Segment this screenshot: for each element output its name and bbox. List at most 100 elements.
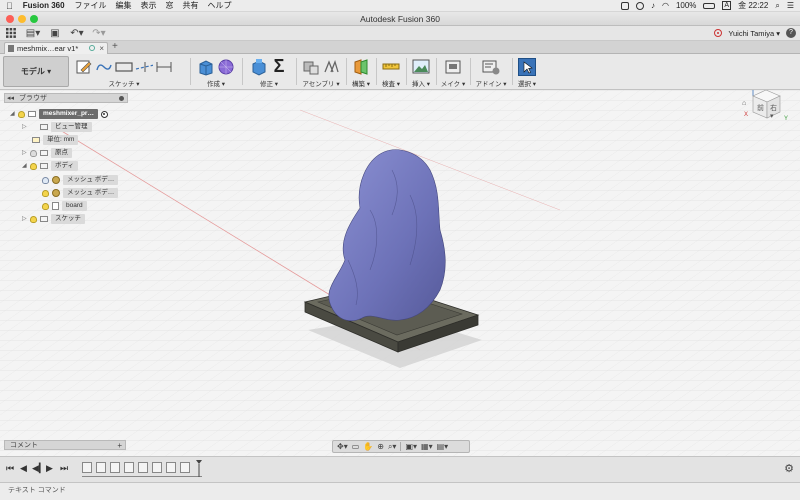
form-sphere-icon[interactable] xyxy=(217,58,235,76)
look-at-icon[interactable]: ▭ xyxy=(352,442,360,451)
visibility-bulb-icon[interactable] xyxy=(42,189,49,197)
scripts-addins-icon[interactable] xyxy=(482,58,500,76)
3d-viewport[interactable]: Z 前 右 X Y ⌂ ▾ xyxy=(0,90,800,456)
close-window-button[interactable] xyxy=(6,15,14,23)
expand-icon[interactable]: ▷ xyxy=(22,122,30,132)
timeline-settings-gear-icon[interactable]: ⚙ xyxy=(784,462,794,475)
viewports-icon[interactable]: ▤▾ xyxy=(437,442,449,451)
select-group-label[interactable]: 選択 ▾ xyxy=(514,78,540,88)
menu-view[interactable]: 表示 xyxy=(141,0,157,11)
grid-settings-icon[interactable]: ▦▾ xyxy=(421,442,433,451)
viewcube-menu-icon[interactable]: ▾ xyxy=(770,112,774,120)
create-sketch-icon[interactable] xyxy=(75,58,93,76)
extrude-icon[interactable] xyxy=(197,58,215,76)
undo-icon[interactable]: ↶▾ xyxy=(70,28,84,39)
timeline-feature-move[interactable] xyxy=(138,462,148,473)
browser-node-view-manager[interactable]: ▷ ビュー管理 xyxy=(22,122,92,132)
timeline-feature-combine[interactable] xyxy=(180,462,190,473)
viewport-scene[interactable] xyxy=(0,90,800,456)
document-tab[interactable]: meshmix…ear v1* × xyxy=(4,42,108,54)
zoom-icon[interactable]: ⊕ xyxy=(377,442,384,451)
zoom-window-icon[interactable]: ⌕▾ xyxy=(388,442,397,452)
battery-icon[interactable] xyxy=(703,2,716,9)
wifi-icon[interactable]: ◠ xyxy=(662,1,669,10)
job-status-icon[interactable] xyxy=(714,29,723,37)
timeline-feature-move[interactable] xyxy=(152,462,162,473)
browser-root-node[interactable]: ◢ meshmixer_pr… xyxy=(10,109,108,119)
viewcube-front-face[interactable]: 前 xyxy=(757,103,764,112)
menu-help[interactable]: ヘルプ xyxy=(208,0,232,11)
timeline-feature-import[interactable] xyxy=(82,462,92,473)
data-panel-grid-icon[interactable] xyxy=(4,28,18,39)
step-back-icon[interactable]: ◀ xyxy=(20,463,27,474)
browser-node-units[interactable]: 単位: mm xyxy=(22,135,79,145)
sketch-group-label[interactable]: スケッチ ▾ xyxy=(74,78,174,88)
3d-print-icon[interactable] xyxy=(444,58,462,76)
make-group-label[interactable]: メイク ▾ xyxy=(438,78,468,88)
close-tab-icon[interactable]: × xyxy=(99,43,104,54)
sigma-parameters-icon[interactable]: Σ xyxy=(270,56,288,76)
apple-menu-icon[interactable]:  xyxy=(6,1,13,11)
addins-group-label[interactable]: アドイン ▾ xyxy=(472,78,510,88)
workspace-switcher[interactable]: モデル ▾ xyxy=(3,56,69,87)
trim-tool-icon[interactable] xyxy=(135,58,153,76)
browser-node-sketch[interactable]: ▷ スケッチ xyxy=(22,214,85,224)
browser-node-bodies[interactable]: ◢ ボディ xyxy=(22,161,79,171)
visibility-bulb-icon[interactable] xyxy=(30,162,37,170)
input-source-icon[interactable]: A xyxy=(722,1,732,10)
line-tool-icon[interactable] xyxy=(95,58,113,76)
modify-group-label[interactable]: 修正 ▾ xyxy=(246,78,292,88)
new-tab-button[interactable]: + xyxy=(112,41,118,52)
file-menu-icon[interactable]: ▤▾ xyxy=(26,28,40,39)
browser-node-board[interactable]: board xyxy=(42,201,87,211)
expand-icon[interactable]: ▷ xyxy=(22,148,30,158)
timeline-feature-move[interactable] xyxy=(166,462,176,473)
visibility-bulb-icon[interactable] xyxy=(18,110,25,118)
display-settings-icon[interactable]: ▣▾ xyxy=(405,442,417,451)
press-pull-icon[interactable] xyxy=(250,58,268,76)
visibility-bulb-icon[interactable] xyxy=(42,176,49,184)
help-icon[interactable]: ? xyxy=(786,28,796,38)
construct-group-label[interactable]: 構築 ▾ xyxy=(348,78,374,88)
insert-group-label[interactable]: 挿入 ▾ xyxy=(408,78,434,88)
assemble-group-label[interactable]: アセンブリ ▾ xyxy=(298,78,344,88)
save-icon[interactable]: ▣ xyxy=(48,28,62,39)
step-back-frame-icon[interactable]: ◀▎ xyxy=(32,463,46,474)
viewcube-home-icon[interactable]: ⌂ xyxy=(742,100,746,107)
redo-icon[interactable]: ↷▾ xyxy=(92,28,106,39)
insert-image-icon[interactable] xyxy=(412,58,430,76)
expand-icon[interactable]: ▷ xyxy=(22,214,30,224)
activate-radio-icon[interactable] xyxy=(100,110,108,118)
pan-hand-icon[interactable]: ✋ xyxy=(363,442,373,451)
browser-header[interactable]: ◂◂ ブラウザ xyxy=(4,93,128,103)
visibility-bulb-icon[interactable] xyxy=(42,202,49,210)
expand-icon[interactable]: ◢ xyxy=(10,109,18,119)
user-account-menu[interactable]: Yuichi Tamiya ▾ xyxy=(728,29,780,38)
visibility-bulb-icon[interactable] xyxy=(30,215,37,223)
viewcube-right-face[interactable]: 右 xyxy=(770,103,777,112)
play-icon[interactable]: ▶ xyxy=(46,463,53,474)
tray-music-icon[interactable]: ♪ xyxy=(651,1,655,10)
add-comment-icon[interactable]: + xyxy=(117,441,122,450)
dimension-tool-icon[interactable] xyxy=(155,58,173,76)
go-to-end-icon[interactable]: ⏭ xyxy=(60,463,68,474)
browser-node-mesh-body-2[interactable]: メッシュ ボデ… xyxy=(42,188,119,198)
timeline-feature-sketch[interactable] xyxy=(124,462,134,473)
new-component-icon[interactable] xyxy=(302,58,320,76)
text-command-bar[interactable]: テキスト コマンド xyxy=(0,482,800,500)
app-menu[interactable]: Fusion 360 xyxy=(23,1,65,10)
menu-window[interactable]: 窓 xyxy=(166,0,174,11)
browser-node-mesh-body-1[interactable]: メッシュ ボデ… xyxy=(42,175,119,185)
timeline-track[interactable] xyxy=(82,476,202,477)
visibility-bulb-icon[interactable] xyxy=(30,149,37,157)
tray-app-icon[interactable] xyxy=(620,1,629,10)
zoom-window-button[interactable] xyxy=(30,15,38,23)
rectangle-tool-icon[interactable] xyxy=(115,58,133,76)
offset-plane-icon[interactable] xyxy=(352,58,370,76)
menu-file[interactable]: ファイル xyxy=(75,0,107,11)
timeline-feature-mesh[interactable] xyxy=(96,462,106,473)
create-group-label[interactable]: 作成 ▾ xyxy=(194,78,238,88)
minimize-window-button[interactable] xyxy=(18,15,26,23)
expand-icon[interactable]: ◢ xyxy=(22,161,30,171)
comments-panel[interactable]: コメント + xyxy=(4,440,126,450)
